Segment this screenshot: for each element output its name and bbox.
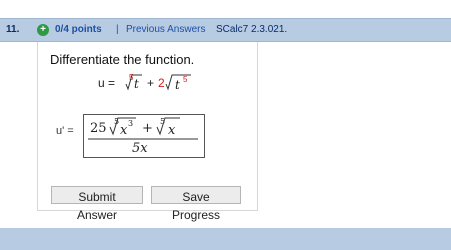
coefficient: 2 [158, 76, 165, 90]
answer-denominator: 5x [132, 141, 148, 155]
answer-label: u' = [56, 125, 74, 137]
answer-coef: 25 [90, 121, 107, 136]
answer-root1-exp: 3 [128, 119, 133, 128]
points-link[interactable]: 0/4 points [55, 24, 102, 35]
answer-root1-base: x [120, 123, 128, 138]
root1-radicand: t [134, 77, 139, 91]
function-expression: u = 5 t + 2 t 5 [98, 73, 191, 92]
expand-plus-icon[interactable]: + [37, 24, 49, 36]
question-source: SCalc7 2.3.021. [216, 24, 288, 35]
instructions-text: Differentiate the function. [50, 52, 195, 67]
footer-bar [0, 228, 451, 250]
answer-plus: + [142, 121, 153, 136]
plus-sign: + [147, 76, 154, 90]
answer-root2-radicand: x [168, 123, 176, 138]
save-progress-button[interactable]: Save Progress [151, 186, 241, 222]
submit-answer-button[interactable]: Submit Answer [51, 186, 143, 222]
question-number: 11. [6, 24, 20, 35]
root2-radicand-base: t [175, 78, 180, 92]
separator: | [116, 24, 119, 35]
answer-expression: 25 5 x 3 + 5 x 5x [88, 117, 198, 155]
function-lhs: u = [98, 76, 115, 90]
question-header: 11. + 0/4 points | Previous Answers SCal… [0, 18, 451, 42]
root2-radicand-exp: 5 [183, 75, 188, 84]
previous-answers-link[interactable]: Previous Answers [126, 24, 205, 35]
